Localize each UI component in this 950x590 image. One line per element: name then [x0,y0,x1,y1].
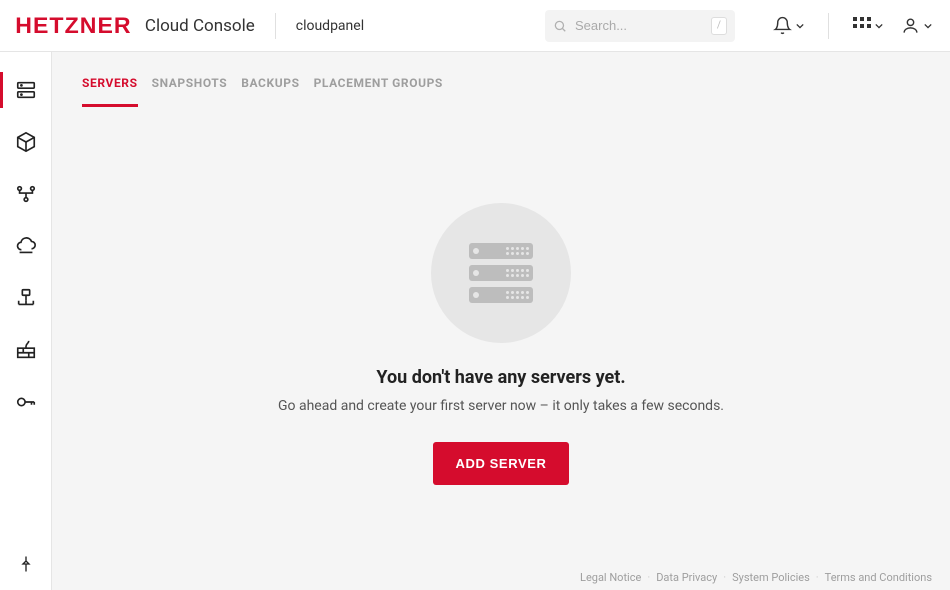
pin-icon [17,555,35,573]
footer-link-legal[interactable]: Legal Notice [580,571,641,584]
add-server-button[interactable]: ADD SERVER [433,442,568,485]
sidebar [0,52,52,590]
empty-state: You don't have any servers yet. Go ahead… [52,97,950,590]
network-icon [15,287,37,309]
box-icon [15,131,37,153]
empty-title: You don't have any servers yet. [376,367,625,388]
firewall-icon [15,339,37,361]
search-box[interactable]: / [545,10,735,42]
key-icon [15,391,37,413]
chevron-down-icon [875,22,883,30]
sidebar-item-servers[interactable] [0,64,52,116]
brand-subtitle: Cloud Console [145,16,255,36]
project-selector[interactable]: cloudpanel [296,18,364,34]
cloud-icon [15,235,37,257]
search-icon [553,19,567,33]
divider [828,13,829,39]
search-input[interactable] [545,10,735,42]
notifications-button[interactable] [773,16,804,35]
chevron-down-icon [924,22,932,30]
chevron-down-icon [796,22,804,30]
load-balancer-icon [15,183,37,205]
footer-link-policies[interactable]: System Policies [732,571,810,584]
servers-illustration-icon [431,203,571,343]
footer-link-terms[interactable]: Terms and Conditions [825,571,932,584]
logo[interactable]: HETZNER [15,13,131,39]
sidebar-item-networks[interactable] [0,272,52,324]
footer-link-privacy[interactable]: Data Privacy [656,571,717,584]
sidebar-item-floating-ips[interactable] [0,220,52,272]
servers-icon [15,79,37,101]
sidebar-item-firewalls[interactable] [0,324,52,376]
sidebar-item-load-balancers[interactable] [0,168,52,220]
apps-menu-button[interactable] [853,17,883,35]
bell-icon [773,16,792,35]
account-menu-button[interactable] [901,16,932,35]
sidebar-item-pin[interactable] [0,538,52,590]
sidebar-item-volumes[interactable] [0,116,52,168]
empty-subtitle: Go ahead and create your first server no… [278,398,724,414]
sidebar-item-security[interactable] [0,376,52,428]
user-icon [901,16,920,35]
footer-links: Legal Notice· Data Privacy· System Polic… [580,571,932,584]
grid-icon [853,17,871,35]
search-kbd-hint: / [711,17,727,35]
divider [275,13,276,39]
